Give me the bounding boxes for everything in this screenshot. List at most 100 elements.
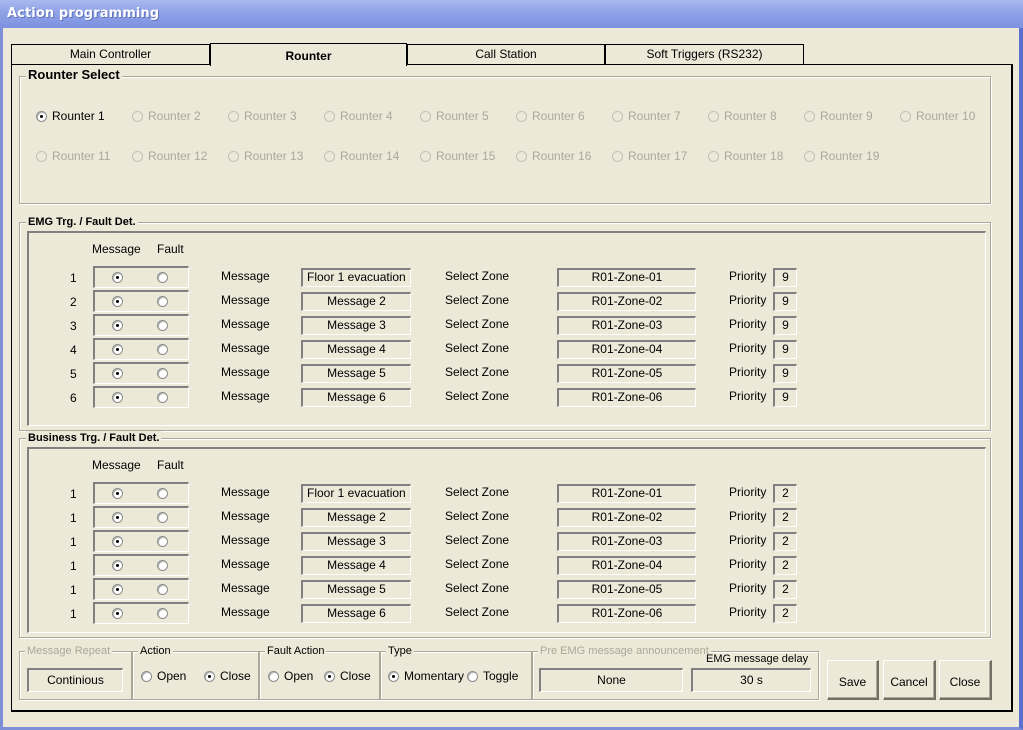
router-radio-13[interactable]: Rounter 13 <box>228 149 303 163</box>
router-radio-10[interactable]: Rounter 10 <box>900 109 975 123</box>
message-radio[interactable] <box>112 296 128 307</box>
message-repeat-field[interactable]: Continious <box>27 668 123 692</box>
message-field[interactable]: Floor 1 evacuation <box>301 484 411 503</box>
close-button[interactable]: Close <box>939 660 992 700</box>
zone-field[interactable]: R01-Zone-05 <box>557 364 696 383</box>
mode-box <box>93 506 189 528</box>
router-radio-9[interactable]: Rounter 9 <box>804 109 873 123</box>
radio-label: Rounter 18 <box>724 149 784 163</box>
fault-radio[interactable] <box>157 560 173 571</box>
priority-field[interactable]: 9 <box>773 340 797 359</box>
fault-action-open-radio[interactable]: Open <box>268 669 313 683</box>
message-field[interactable]: Message 6 <box>301 604 411 623</box>
save-button[interactable]: Save <box>827 660 879 700</box>
router-radio-4[interactable]: Rounter 4 <box>324 109 393 123</box>
priority-field[interactable]: 2 <box>773 556 797 575</box>
fault-radio[interactable] <box>157 488 173 499</box>
radio-label: Rounter 5 <box>436 109 489 123</box>
router-radio-14[interactable]: Rounter 14 <box>324 149 399 163</box>
pre-emg-field[interactable]: None <box>539 668 683 692</box>
router-radio-5[interactable]: Rounter 5 <box>420 109 489 123</box>
zone-field[interactable]: R01-Zone-04 <box>557 340 696 359</box>
priority-field[interactable]: 9 <box>773 316 797 335</box>
router-radio-11[interactable]: Rounter 11 <box>36 149 110 163</box>
router-radio-15[interactable]: Rounter 15 <box>420 149 495 163</box>
router-radio-7[interactable]: Rounter 7 <box>612 109 681 123</box>
priority-field[interactable]: 2 <box>773 508 797 527</box>
priority-field[interactable]: 9 <box>773 388 797 407</box>
message-radio[interactable] <box>112 608 128 619</box>
tab-call-station[interactable]: Call Station <box>407 44 605 64</box>
router-radio-12[interactable]: Rounter 12 <box>132 149 207 163</box>
fault-radio[interactable] <box>157 320 173 331</box>
zone-field[interactable]: R01-Zone-04 <box>557 556 696 575</box>
priority-field[interactable]: 9 <box>773 268 797 287</box>
message-radio[interactable] <box>112 344 128 355</box>
fault-radio[interactable] <box>157 296 173 307</box>
fault-radio[interactable] <box>157 584 173 595</box>
message-radio[interactable] <box>112 512 128 523</box>
message-radio[interactable] <box>112 584 128 595</box>
priority-field[interactable]: 9 <box>773 292 797 311</box>
type-toggle-radio[interactable]: Toggle <box>467 669 518 683</box>
zone-field[interactable]: R01-Zone-01 <box>557 268 696 287</box>
priority-field[interactable]: 2 <box>773 484 797 503</box>
tab-rounter[interactable]: Rounter <box>210 43 407 66</box>
message-field[interactable]: Message 4 <box>301 340 411 359</box>
zone-field[interactable]: R01-Zone-05 <box>557 580 696 599</box>
fault-radio[interactable] <box>157 536 173 547</box>
fault-radio[interactable] <box>157 608 173 619</box>
cancel-button[interactable]: Cancel <box>883 660 936 700</box>
router-radio-2[interactable]: Rounter 2 <box>132 109 201 123</box>
message-radio[interactable] <box>112 368 128 379</box>
message-field[interactable]: Message 5 <box>301 364 411 383</box>
zone-field[interactable]: R01-Zone-03 <box>557 532 696 551</box>
title-bar[interactable]: Action programming <box>0 0 1023 28</box>
radio-dot <box>612 110 623 122</box>
zone-field[interactable]: R01-Zone-06 <box>557 604 696 623</box>
router-radio-8[interactable]: Rounter 8 <box>708 109 777 123</box>
fault-radio[interactable] <box>157 368 173 379</box>
router-radio-17[interactable]: Rounter 17 <box>612 149 687 163</box>
router-radio-19[interactable]: Rounter 19 <box>804 149 879 163</box>
emg-delay-field[interactable]: 30 s <box>691 668 811 692</box>
fault-radio[interactable] <box>157 344 173 355</box>
zone-field[interactable]: R01-Zone-02 <box>557 292 696 311</box>
message-radio[interactable] <box>112 320 128 331</box>
message-radio[interactable] <box>112 536 128 547</box>
router-radio-18[interactable]: Rounter 18 <box>708 149 783 163</box>
priority-field[interactable]: 2 <box>773 532 797 551</box>
tab-soft-triggers[interactable]: Soft Triggers (RS232) <box>605 44 804 64</box>
fault-radio[interactable] <box>157 512 173 523</box>
message-radio[interactable] <box>112 392 128 403</box>
fault-action-close-radio[interactable]: Close <box>324 669 371 683</box>
zone-field[interactable]: R01-Zone-06 <box>557 388 696 407</box>
zone-field[interactable]: R01-Zone-03 <box>557 316 696 335</box>
message-field[interactable]: Message 4 <box>301 556 411 575</box>
action-open-radio[interactable]: Open <box>141 669 186 683</box>
message-field[interactable]: Floor 1 evacuation <box>301 268 411 287</box>
priority-field[interactable]: 2 <box>773 580 797 599</box>
message-field[interactable]: Message 3 <box>301 316 411 335</box>
message-field[interactable]: Message 3 <box>301 532 411 551</box>
priority-field[interactable]: 9 <box>773 364 797 383</box>
router-radio-6[interactable]: Rounter 6 <box>516 109 585 123</box>
message-field[interactable]: Message 2 <box>301 508 411 527</box>
router-radio-1[interactable]: Rounter 1 <box>36 109 105 123</box>
fault-radio[interactable] <box>157 272 173 283</box>
priority-field[interactable]: 2 <box>773 604 797 623</box>
message-field[interactable]: Message 5 <box>301 580 411 599</box>
message-field[interactable]: Message 2 <box>301 292 411 311</box>
zone-field[interactable]: R01-Zone-01 <box>557 484 696 503</box>
message-field[interactable]: Message 6 <box>301 388 411 407</box>
router-radio-16[interactable]: Rounter 16 <box>516 149 591 163</box>
message-radio[interactable] <box>112 560 128 571</box>
tab-main-controller[interactable]: Main Controller <box>11 44 210 64</box>
message-radio[interactable] <box>112 488 128 499</box>
fault-radio[interactable] <box>157 392 173 403</box>
zone-field[interactable]: R01-Zone-02 <box>557 508 696 527</box>
type-momentary-radio[interactable]: Momentary <box>388 669 464 683</box>
action-close-radio[interactable]: Close <box>204 669 251 683</box>
message-radio[interactable] <box>112 272 128 283</box>
router-radio-3[interactable]: Rounter 3 <box>228 109 297 123</box>
